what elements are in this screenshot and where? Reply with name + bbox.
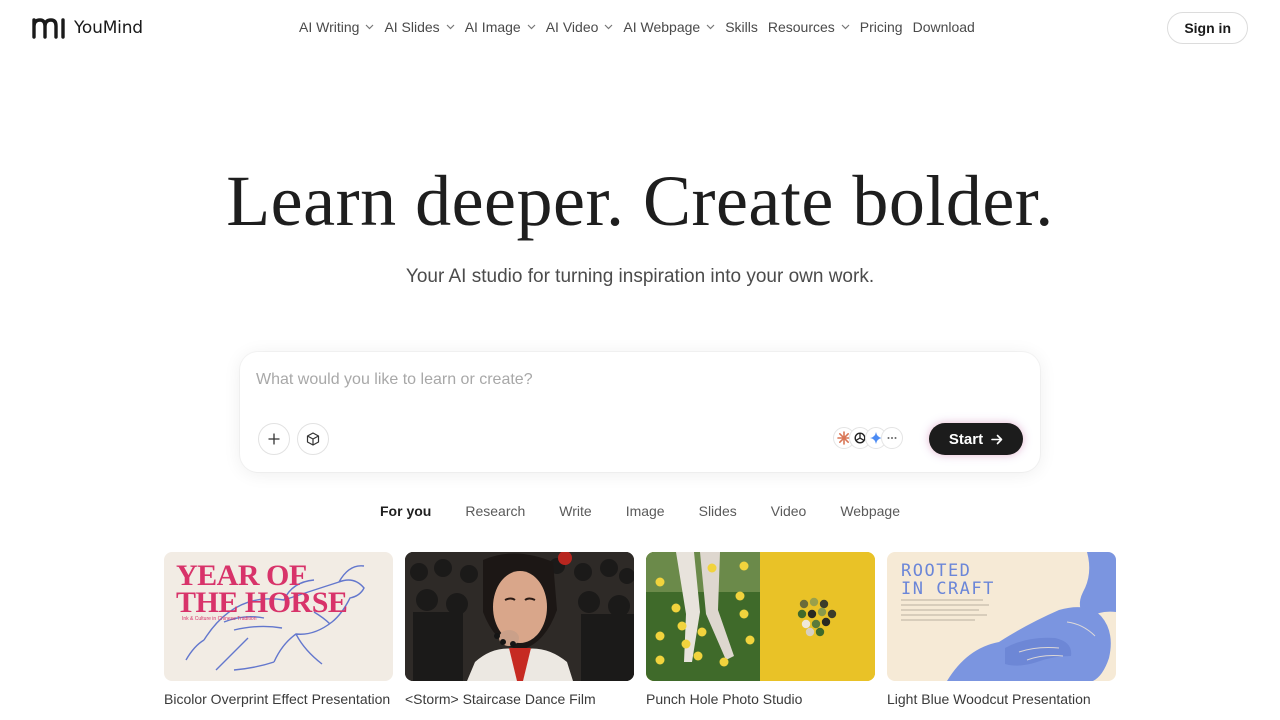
thumb-headline: ROOTED IN CRAFT <box>901 561 995 599</box>
card-title: Bicolor Overprint Effect Presentation <box>164 691 391 707</box>
tab-for-you[interactable]: For you <box>380 503 431 519</box>
tab-image[interactable]: Image <box>626 503 665 519</box>
nav-label: AI Video <box>545 19 599 35</box>
tab-video[interactable]: Video <box>771 503 807 519</box>
chevron-down-icon <box>841 24 850 30</box>
nav-label: Skills <box>725 19 758 35</box>
nav-label: Download <box>912 19 975 35</box>
arrow-right-icon <box>991 434 1003 444</box>
nav-resources[interactable]: Resources <box>768 19 850 35</box>
card-title: <Storm> Staircase Dance Film <box>405 691 596 707</box>
main-nav: AI Writing AI Slides AI Image AI Video A… <box>299 19 985 35</box>
site-header: YouMind AI Writing AI Slides AI Image AI… <box>0 0 1280 56</box>
tab-research[interactable]: Research <box>465 503 525 519</box>
chevron-down-icon <box>706 24 715 30</box>
chevron-down-icon <box>366 24 374 30</box>
brand-name: YouMind <box>74 18 143 38</box>
template-card-woodcut[interactable]: ROOTED IN CRAFT Light Blue Woodcut Presen… <box>887 552 1116 708</box>
nav-ai-image[interactable]: AI Image <box>465 19 536 35</box>
nav-label: Pricing <box>859 19 903 35</box>
tab-webpage[interactable]: Webpage <box>840 503 900 519</box>
add-attachment-button[interactable] <box>258 423 290 455</box>
chevron-down-icon <box>527 24 536 30</box>
nav-pricing[interactable]: Pricing <box>860 19 903 35</box>
tools-button[interactable] <box>297 423 329 455</box>
sign-in-button[interactable]: Sign in <box>1167 12 1248 44</box>
prompt-input[interactable] <box>256 368 1016 392</box>
hero-title: Learn deeper. Create bolder. <box>226 161 1054 241</box>
logo[interactable]: YouMind <box>32 17 143 39</box>
youmind-logo-icon <box>32 18 65 39</box>
nav-ai-video[interactable]: AI Video <box>546 19 614 35</box>
card-thumbnail <box>646 552 875 681</box>
tab-slides[interactable]: Slides <box>699 503 737 519</box>
card-thumbnail <box>405 552 634 681</box>
template-card-storm[interactable]: <Storm> Staircase Dance Film <box>405 552 634 708</box>
nav-label: AI Slides <box>384 19 440 35</box>
template-gallery: YEAR OF THE HORSE Ink & Culture in Chines… <box>164 552 1116 708</box>
thumb-caption: Ink & Culture in Chinese Tradition <box>182 616 257 622</box>
nav-label: AI Webpage <box>623 19 701 35</box>
nav-ai-webpage[interactable]: AI Webpage <box>623 19 715 35</box>
card-thumbnail: YEAR OF THE HORSE Ink & Culture in Chines… <box>164 552 393 681</box>
tab-write[interactable]: Write <box>559 503 591 519</box>
nav-skills[interactable]: Skills <box>725 19 758 35</box>
template-card-bicolor[interactable]: YEAR OF THE HORSE Ink & Culture in Chines… <box>164 552 393 708</box>
nav-label: Resources <box>767 19 835 35</box>
model-selector[interactable] <box>833 427 903 449</box>
nav-label: AI Image <box>464 19 521 35</box>
card-title: Light Blue Woodcut Presentation <box>887 691 1091 707</box>
template-card-punch-hole[interactable]: Punch Hole Photo Studio <box>646 552 875 708</box>
nav-ai-writing[interactable]: AI Writing <box>299 19 374 35</box>
card-thumbnail: ROOTED IN CRAFT <box>887 552 1116 681</box>
thumb-headline: YEAR OF THE HORSE <box>176 559 348 619</box>
hero-subtitle: Your AI studio for turning inspiration i… <box>405 266 875 287</box>
category-tabs: For you Research Write Image Slides Vide… <box>0 503 1280 519</box>
nav-label: AI Writing <box>299 19 360 35</box>
nav-download[interactable]: Download <box>913 19 975 35</box>
nav-ai-slides[interactable]: AI Slides <box>384 19 455 35</box>
chevron-down-icon <box>446 24 455 30</box>
card-title: Punch Hole Photo Studio <box>646 691 803 707</box>
more-icon <box>881 427 903 449</box>
plus-icon <box>268 433 280 445</box>
cube-icon <box>306 432 320 446</box>
start-button[interactable]: Start <box>929 423 1023 455</box>
chevron-down-icon <box>604 24 613 30</box>
start-label: Start <box>948 430 984 448</box>
prompt-box: Start <box>240 352 1040 472</box>
